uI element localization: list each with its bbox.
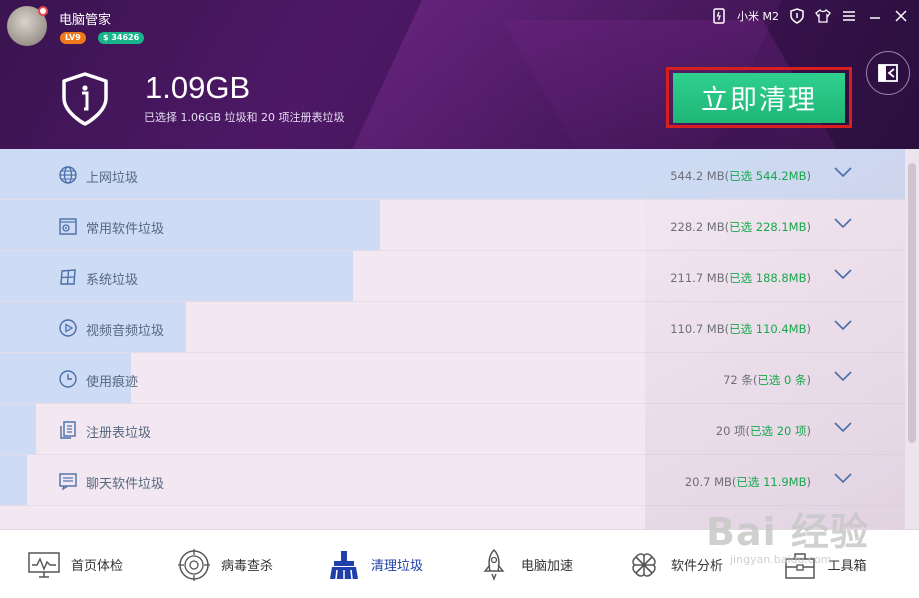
junk-row-value: 72 条(已选 0 条) (723, 372, 811, 388)
clean-button-highlight: 立即清理 (666, 67, 852, 128)
chevron-down-icon[interactable] (833, 317, 853, 333)
junk-selected: 已选 544.2MB (729, 169, 807, 183)
rocket-icon (477, 548, 511, 582)
junk-row-label: 上网垃圾 (86, 171, 139, 186)
junk-total: 72 条( (723, 373, 758, 387)
title-bar-controls: 小米 M2 (711, 6, 909, 26)
progress-fill (0, 404, 37, 454)
panel-collapse-icon (878, 64, 898, 82)
nav-item[interactable]: 首页体检 (0, 530, 150, 598)
junk-total: 20 项( (715, 424, 751, 438)
junk-close-paren: ) (806, 322, 812, 336)
notification-dot-icon (38, 6, 48, 16)
junk-selected: 已选 110.4MB (729, 322, 807, 336)
junk-row-value: 544.2 MB(已选 544.2MB) (670, 168, 811, 184)
watermark: Bai 经验 jingyan.baidu.com (700, 495, 910, 575)
coins-badge[interactable]: $ 34626 (98, 32, 145, 44)
close-icon[interactable] (893, 8, 909, 24)
side-panel-toggle[interactable] (866, 51, 910, 95)
junk-detail: 已选择 1.06GB 垃圾和 20 项注册表垃圾 (144, 111, 345, 124)
shield-small-icon[interactable] (789, 8, 805, 24)
junk-selected: 已选 188.8MB (729, 271, 807, 285)
clover-icon (627, 548, 661, 582)
junk-selected: 已选 228.1MB (729, 220, 807, 234)
junk-row-label: 注册表垃圾 (86, 426, 152, 441)
junk-row[interactable]: 常用软件垃圾 228.2 MB(已选 228.1MB) (0, 200, 905, 251)
junk-size: 1.09GB (145, 70, 251, 105)
junk-row-label: 聊天软件垃圾 (86, 477, 165, 492)
skin-shirt-icon[interactable] (815, 8, 831, 24)
junk-close-paren: ) (806, 373, 812, 387)
junk-selected: 已选 20 项 (750, 424, 807, 438)
junk-list: 上网垃圾 544.2 MB(已选 544.2MB) 常用软件垃圾 228.2 MB(已… (0, 149, 905, 529)
junk-selected: 已选 11.9MB (736, 475, 807, 489)
scrollbar[interactable] (905, 149, 919, 529)
watermark-main: Bai 经验 (706, 510, 869, 554)
clock-icon (58, 369, 78, 389)
junk-row-label: 常用软件垃圾 (86, 222, 165, 237)
phone-label[interactable]: 小米 M2 (737, 8, 779, 24)
registry-icon (58, 420, 78, 440)
nav-item[interactable]: 电脑加速 (450, 530, 600, 598)
junk-close-paren: ) (806, 220, 812, 234)
software-icon (58, 216, 78, 236)
broom-icon (327, 548, 361, 582)
level-badge[interactable]: LV9 (60, 32, 86, 44)
junk-close-paren: ) (806, 475, 812, 489)
junk-row-value: 20.7 MB(已选 11.9MB) (685, 474, 811, 490)
nav-item-label: 电脑加速 (520, 559, 573, 574)
globe-icon (58, 165, 78, 185)
chevron-down-icon[interactable] (833, 470, 853, 486)
shield-icon (60, 71, 110, 127)
monitor-icon (27, 548, 61, 582)
progress-fill (0, 455, 28, 505)
nav-item-label: 清理垃圾 (370, 559, 423, 574)
junk-total: 20.7 MB( (684, 475, 737, 489)
menu-icon[interactable] (841, 8, 857, 24)
nav-item[interactable]: 清理垃圾 (300, 530, 450, 598)
progress-fill (0, 200, 381, 250)
chevron-down-icon[interactable] (833, 368, 853, 384)
junk-close-paren: ) (806, 271, 812, 285)
junk-total: 544.2 MB( (670, 169, 730, 183)
junk-row[interactable]: 系统垃圾 211.7 MB(已选 188.8MB) (0, 251, 905, 302)
chevron-down-icon[interactable] (833, 266, 853, 282)
junk-row[interactable]: 使用痕迹 72 条(已选 0 条) (0, 353, 905, 404)
junk-total: 228.2 MB( (670, 220, 730, 234)
junk-row[interactable]: 注册表垃圾 20 项(已选 20 项) (0, 404, 905, 455)
watermark-sub: jingyan.baidu.com (730, 553, 832, 566)
junk-row[interactable]: 视频音频垃圾 110.7 MB(已选 110.4MB) (0, 302, 905, 353)
clean-now-button[interactable]: 立即清理 (673, 72, 845, 123)
junk-total: 211.7 MB( (670, 271, 730, 285)
target-icon (177, 548, 211, 582)
junk-row-label: 使用痕迹 (86, 375, 139, 390)
junk-close-paren: ) (806, 169, 812, 183)
minimize-icon[interactable] (867, 8, 883, 24)
junk-row[interactable]: 上网垃圾 544.2 MB(已选 544.2MB) (0, 149, 905, 200)
chevron-down-icon[interactable] (833, 419, 853, 435)
nav-item[interactable]: 病毒查杀 (150, 530, 300, 598)
windows-icon (58, 267, 78, 287)
nav-item-label: 首页体检 (70, 559, 123, 574)
play-icon (58, 318, 78, 338)
app-title: 电脑管家 (59, 13, 112, 28)
junk-row-value: 20 项(已选 20 项) (716, 423, 811, 439)
junk-total: 110.7 MB( (670, 322, 730, 336)
progress-fill (0, 251, 353, 301)
scrollbar-thumb[interactable] (908, 163, 916, 443)
junk-row-label: 系统垃圾 (86, 273, 139, 288)
chevron-down-icon[interactable] (833, 215, 853, 231)
chat-icon (58, 471, 78, 491)
nav-item-label: 病毒查杀 (220, 559, 273, 574)
chevron-down-icon[interactable] (833, 164, 853, 180)
junk-row-value: 211.7 MB(已选 188.8MB) (670, 270, 811, 286)
junk-close-paren: ) (806, 424, 812, 438)
phone-icon[interactable] (711, 8, 727, 24)
junk-row-value: 110.7 MB(已选 110.4MB) (670, 321, 811, 337)
junk-selected: 已选 0 条 (757, 373, 807, 387)
junk-row-value: 228.2 MB(已选 228.1MB) (670, 219, 811, 235)
junk-row-label: 视频音频垃圾 (86, 324, 165, 339)
